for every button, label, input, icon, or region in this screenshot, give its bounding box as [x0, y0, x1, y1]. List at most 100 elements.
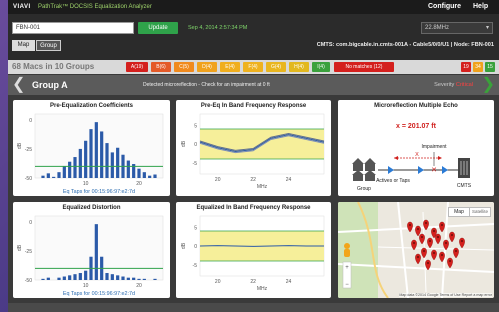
y-tick-label: -50 — [25, 278, 32, 284]
y-tick-label: -5 — [193, 263, 198, 269]
bar — [84, 140, 88, 178]
map-attribution: Map data ©2014 Google Terms of Use Repor… — [399, 293, 492, 297]
equalized-frequency-response-panel[interactable]: Equalized In Band Frequency Response 50-… — [176, 202, 331, 298]
mac-group-count: 68 Macs in 10 Groups — [12, 62, 95, 71]
impairment-label: Impairment — [421, 144, 447, 150]
tab-group[interactable]: Group — [36, 40, 61, 51]
bar — [68, 161, 72, 178]
group-chip-f[interactable]: F(4) — [243, 62, 263, 72]
y-tick-label: 5 — [194, 225, 197, 231]
amplifier-icon — [388, 166, 394, 174]
group-chip-a[interactable]: A(19) — [126, 62, 148, 72]
chevron-down-icon: ▾ — [485, 25, 489, 31]
bar — [57, 172, 61, 178]
help-link[interactable]: Help — [473, 3, 488, 10]
cmts-icon — [458, 158, 470, 178]
pre-eq-coefficients-panel[interactable]: Pre-Equalization Coefficients 0 -25 -50 dB 1… — [13, 100, 170, 196]
brand-logo: VIAVI — [13, 4, 31, 10]
pre-eq-frequency-response-panel[interactable]: Pre-Eq In Band Frequency Response 5 0 -5 dB… — [176, 100, 331, 196]
map-panel[interactable]: + − Map Satellite Map data ©2014 Google … — [338, 202, 494, 298]
bar — [68, 275, 72, 280]
timestamp: Sep 4, 2014 2:57:34 PM — [188, 25, 248, 31]
x-axis-label: MHz — [257, 184, 268, 190]
bar — [132, 277, 136, 280]
frequency-select-value: 22.8MHz — [425, 25, 450, 31]
y-tick-label: 5 — [194, 123, 197, 129]
y-axis-label: dB — [17, 142, 23, 149]
node-search-input[interactable]: FBN-001 — [12, 22, 134, 34]
map-type-satellite-button[interactable]: Satellite — [469, 207, 491, 217]
equalized-distortion-chart: 0 -25 -50 dB 10 20Eq Taps for 00:15:96:97:e2:… — [17, 215, 164, 297]
bar — [121, 276, 125, 280]
equalized-distortion-panel[interactable]: Equalized Distortion 0 -25 -50 dB 10 20 Eq Tap… — [13, 202, 170, 298]
y-tick-label: 0 — [29, 220, 32, 226]
update-button[interactable]: Update — [138, 22, 178, 34]
x-axis-label: MHz — [257, 286, 268, 292]
bar — [110, 274, 114, 280]
bar — [89, 129, 93, 178]
y-tick-label: -25 — [25, 249, 32, 255]
group-chip-d[interactable]: D(4) — [197, 62, 217, 72]
group-chip-i[interactable]: I(4) — [312, 62, 330, 72]
x-tick-label: 24 — [286, 279, 292, 285]
x-tick-label: 20 — [136, 181, 142, 187]
echo-distance: x = 201.07 ft — [396, 123, 437, 130]
group-chip-g[interactable]: G(4) — [266, 62, 286, 72]
tab-map[interactable]: Map — [12, 40, 35, 51]
bar — [94, 122, 98, 178]
bar — [73, 274, 77, 280]
impairment-icon: ✕ — [431, 167, 437, 174]
x-tick-label: 22 — [250, 279, 256, 285]
warning-counter: 34 — [473, 62, 483, 72]
pre-eq-frequency-chart: 5 0 -5 dB 20 22 24 MHz — [181, 113, 325, 190]
street-view-pegman-icon — [344, 243, 350, 257]
distance-x-label: X — [415, 152, 419, 158]
x-tick-label: 24 — [286, 177, 292, 183]
echo-diagram: x = 201.07 ft Impairment Group ✕ X Activ… — [352, 123, 472, 192]
bar — [153, 278, 157, 280]
amplifier-icon — [442, 166, 448, 174]
microreflection-echo-panel[interactable]: Microreflection Multiple Echo x = 201.07… — [338, 100, 494, 196]
amplifier-icon — [418, 166, 424, 174]
bar — [84, 270, 88, 280]
pre-eq-chart: 0 -25 -50 dB 10 20Eq Taps for 00:15:96:97:e2:… — [17, 113, 164, 195]
equalized-frequency-chart: 5 0 -5 dB 20 22 24 MHz — [181, 215, 325, 292]
group-chip-e[interactable]: E(4) — [220, 62, 240, 72]
cmts-node-info: CMTS: com.bigcable.in.cmts-001A - Cable5… — [316, 42, 494, 48]
group-label: Group — [357, 186, 371, 192]
bar — [41, 175, 45, 178]
next-group-arrow-icon[interactable]: ❯ — [482, 77, 495, 93]
critical-counter: 19 — [461, 62, 471, 72]
configure-link[interactable]: Configure — [428, 3, 461, 10]
app-window: VIAVI PathTrak™ DOCSIS Equalization Anal… — [8, 0, 499, 312]
y-tick-label: -5 — [193, 161, 198, 167]
bar — [78, 148, 82, 178]
bar — [110, 152, 114, 178]
y-tick-label: 0 — [29, 118, 32, 124]
x-tick-label: 20 — [215, 177, 221, 183]
bar — [52, 176, 56, 178]
zoom-control: + − — [342, 261, 352, 289]
bar — [105, 143, 109, 178]
bar — [100, 131, 104, 178]
severity-value: Critical — [455, 82, 473, 88]
group-chip-b[interactable]: B(6) — [151, 62, 171, 72]
group-chip-c[interactable]: C(5) — [174, 62, 194, 72]
previous-group-arrow-icon[interactable]: ❮ — [12, 77, 25, 93]
map-type-map-button[interactable]: Map — [448, 207, 470, 217]
bar — [46, 173, 50, 178]
group-chip-h[interactable]: H(4) — [289, 62, 309, 72]
bar — [126, 277, 130, 280]
y-tick-label: 0 — [194, 142, 197, 148]
bar — [153, 174, 157, 178]
cmts-label: CMTS — [457, 183, 472, 189]
no-matches-chip[interactable]: No matches (12) — [334, 62, 394, 72]
group-summary-bar: 68 Macs in 10 Groups A(19) B(6) C(5) D(4… — [8, 60, 499, 74]
product-title: PathTrak™ DOCSIS Equalization Analyzer — [38, 4, 152, 10]
group-title: Group A — [32, 80, 68, 90]
bar — [137, 278, 141, 280]
group-header: ❮ Group A Detected microreflection - Che… — [8, 75, 499, 95]
frequency-select[interactable]: 22.8MHz ▾ — [421, 22, 493, 34]
bar — [41, 278, 45, 280]
ok-counter: 15 — [485, 62, 495, 72]
